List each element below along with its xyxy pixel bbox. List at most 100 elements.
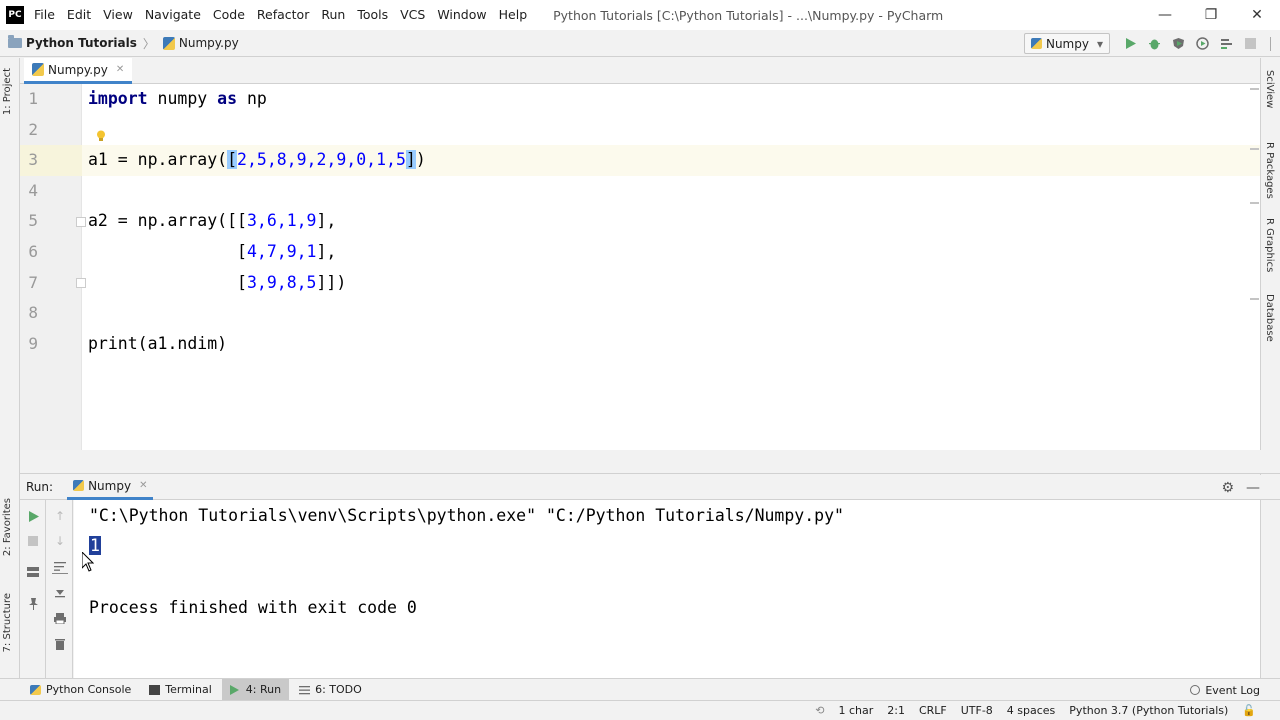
minimize-button[interactable]: — <box>1142 0 1188 30</box>
rerun-icon[interactable] <box>25 508 41 524</box>
status-bar: ⟲ 1 char 2:1 CRLF UTF-8 4 spaces Python … <box>0 700 1280 720</box>
breadcrumb-project[interactable]: Python Tutorials <box>8 35 137 50</box>
code-line-6: [4,7,9,1], <box>88 237 336 268</box>
arrow-down-icon[interactable]: ↓ <box>52 533 68 549</box>
coverage-icon[interactable] <box>1166 32 1190 56</box>
line-number: 8 <box>28 303 38 323</box>
editor-tab-bar: Numpy.py ✕ <box>20 58 1260 84</box>
status-caret-position[interactable]: 2:1 <box>887 704 905 717</box>
stop-icon[interactable] <box>1238 32 1262 56</box>
right-tool-stripe-bottom <box>1260 500 1280 678</box>
minimize-panel-icon[interactable]: — <box>1246 480 1260 496</box>
bracket-match: ] <box>405 150 416 170</box>
close-window-button[interactable]: ✕ <box>1234 0 1280 30</box>
tab-label: Terminal <box>165 683 212 696</box>
sciview-tool-tab[interactable]: SciView <box>1264 70 1275 108</box>
code-line-3: a1 = np.array([2,5,8,9,2,9,0,1,5]) <box>88 145 426 176</box>
run-icon[interactable] <box>1118 32 1142 56</box>
scroll-marker <box>1250 202 1259 204</box>
r-graphics-tool-tab[interactable]: R Graphics <box>1264 218 1275 272</box>
concurrency-icon[interactable] <box>1214 32 1238 56</box>
run-icon <box>229 684 241 695</box>
lock-icon[interactable]: 🔓 <box>1242 704 1256 717</box>
run-console[interactable]: "C:\Python Tutorials\venv\Scripts\python… <box>74 500 1260 678</box>
project-tool-tab[interactable]: 1: Project <box>2 68 13 115</box>
menu-navigate[interactable]: Navigate <box>139 0 207 30</box>
line-number: 2 <box>28 119 38 139</box>
run-tab-numpy[interactable]: Numpy ✕ <box>67 475 154 500</box>
profile-icon[interactable] <box>1190 32 1214 56</box>
code-editor[interactable]: 1 2 3 4 5 6 7 8 9 import numpy as np a1 … <box>20 84 1260 450</box>
event-log-button[interactable]: Event Log <box>1190 679 1260 701</box>
search-everywhere-icon[interactable] <box>1262 32 1280 56</box>
menu-tools[interactable]: Tools <box>351 0 394 30</box>
status-sync-icon[interactable]: ⟲ <box>815 704 824 717</box>
navigation-bar: Python Tutorials 〉 Numpy.py Numpy ▾ <box>0 30 1280 57</box>
status-interpreter[interactable]: Python 3.7 (Python Tutorials) <box>1069 704 1228 717</box>
python-file-icon <box>73 480 85 491</box>
line-number: 4 <box>28 180 38 200</box>
run-panel-header: Run: Numpy ✕ ⚙ — <box>20 475 1280 500</box>
breadcrumb-file[interactable]: Numpy.py <box>162 36 239 50</box>
run-toolbar <box>20 500 46 678</box>
editor-tab-label: Numpy.py <box>48 62 108 77</box>
pin-icon[interactable] <box>25 596 41 612</box>
status-line-separator[interactable]: CRLF <box>919 704 947 717</box>
close-icon[interactable]: ✕ <box>116 64 124 75</box>
code-text: numpy <box>147 89 218 108</box>
code-numbers: 3,6,1,9 <box>246 211 317 231</box>
editor-tab-numpy[interactable]: Numpy.py ✕ <box>24 58 133 84</box>
menu-vcs[interactable]: VCS <box>394 0 431 30</box>
bracket-match: [ <box>227 150 238 170</box>
event-log-label: Event Log <box>1205 683 1260 697</box>
structure-tool-tab[interactable]: 7: Structure <box>2 593 13 652</box>
menu-code[interactable]: Code <box>207 0 251 30</box>
scroll-marker <box>1250 88 1259 90</box>
code-line-9: print(a1.ndim) <box>88 333 228 353</box>
arrow-up-icon[interactable]: ↑ <box>52 508 68 524</box>
scroll-to-end-icon[interactable] <box>52 584 68 600</box>
menu-view[interactable]: View <box>97 0 139 30</box>
close-icon[interactable]: ✕ <box>139 480 147 491</box>
layout-icon[interactable] <box>25 564 41 580</box>
menu-run[interactable]: Run <box>315 0 351 30</box>
favorites-tool-tab[interactable]: 2: Favorites <box>2 498 13 556</box>
code-line-5: a2 = np.array([[3,6,1,9], <box>88 206 336 237</box>
tab-terminal[interactable]: Terminal <box>141 679 220 701</box>
lightbulb-icon[interactable] <box>96 130 106 142</box>
tab-run[interactable]: 4: Run <box>221 678 290 701</box>
menu-help[interactable]: Help <box>493 0 534 30</box>
trash-icon[interactable] <box>52 636 68 652</box>
menu-refactor[interactable]: Refactor <box>251 0 315 30</box>
python-file-icon <box>1030 38 1042 49</box>
stop-icon[interactable] <box>25 533 41 549</box>
maximize-button[interactable]: ❐ <box>1188 0 1234 30</box>
code-keyword: import <box>88 89 148 108</box>
menu-file[interactable]: File <box>28 0 61 30</box>
run-configuration-dropdown[interactable]: Numpy ▾ <box>1023 33 1110 54</box>
status-encoding[interactable]: UTF-8 <box>961 704 993 717</box>
breadcrumb-separator: 〉 <box>142 36 155 51</box>
menu-edit[interactable]: Edit <box>61 0 97 30</box>
r-packages-tool-tab[interactable]: R Packages <box>1264 142 1275 199</box>
breadcrumb-project-label: Python Tutorials <box>26 36 137 50</box>
console-exit-message: Process finished with exit code 0 <box>89 598 417 617</box>
debug-icon[interactable] <box>1142 32 1166 56</box>
editor-scrollbar[interactable] <box>1250 84 1260 450</box>
line-number: 1 <box>28 89 38 108</box>
fold-marker-icon[interactable] <box>76 278 86 288</box>
print-icon[interactable] <box>52 610 68 626</box>
gear-icon[interactable]: ⚙ <box>1221 480 1234 496</box>
code-text: ], <box>316 242 337 261</box>
tab-todo[interactable]: 6: TODO <box>291 679 370 701</box>
tab-python-console[interactable]: Python Console <box>22 679 139 701</box>
fold-marker-icon[interactable] <box>76 217 86 227</box>
menu-bar: File Edit View Navigate Code Refactor Ru… <box>28 0 533 30</box>
menu-window[interactable]: Window <box>431 0 492 30</box>
todo-icon <box>299 685 311 695</box>
run-tab-label: Numpy <box>88 478 132 493</box>
database-tool-tab[interactable]: Database <box>1264 294 1275 342</box>
soft-wrap-icon[interactable] <box>52 558 68 574</box>
status-indent[interactable]: 4 spaces <box>1007 704 1056 717</box>
line-number: 9 <box>28 333 38 353</box>
